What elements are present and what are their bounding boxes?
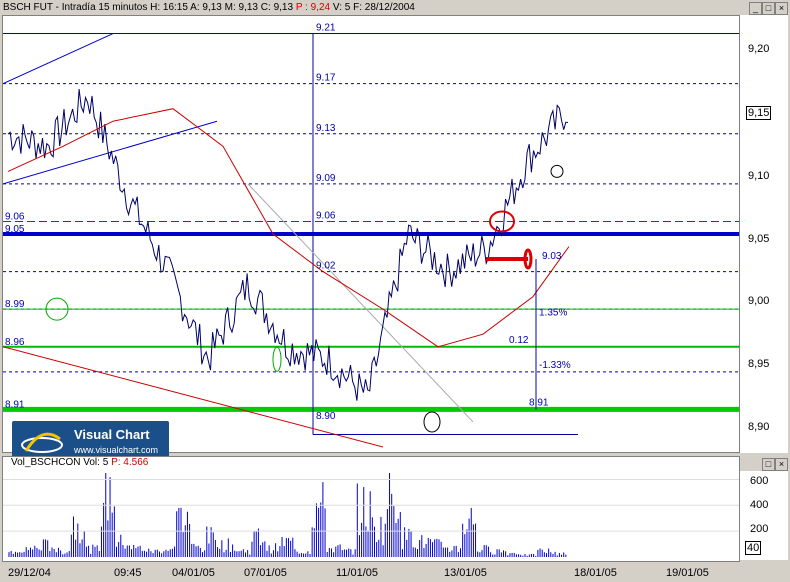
center-level-label: 9.21 <box>316 23 336 34</box>
volume-p-value: 4.566 <box>123 457 149 468</box>
f-label: F: <box>353 2 362 13</box>
time-tick: 18/01/05 <box>574 567 617 579</box>
p-value: 9,24 <box>310 2 331 13</box>
v-label: V: <box>332 2 342 13</box>
time-tick: 13/01/05 <box>444 567 487 579</box>
volume-chart-pane[interactable]: Vol_BSCHCON Vol: 5 P: 4.566 <box>2 456 740 562</box>
left-level-label: 8.91 <box>5 399 25 410</box>
volume-tick: 200 <box>750 523 769 535</box>
price-tick: 9,00 <box>748 295 770 307</box>
logo-url: www.visualchart.com <box>74 445 159 455</box>
price-tick: 9,05 <box>748 233 770 245</box>
current-volume-badge: 40 <box>745 541 762 555</box>
fib-label: 1.35% <box>539 307 567 318</box>
center-level-label: 9.09 <box>316 173 336 184</box>
a-label: A: <box>190 2 200 13</box>
fib-label: 9.03 <box>542 251 562 262</box>
trend-channel-top <box>2 33 114 85</box>
volume-vol-label: Vol: <box>83 457 100 468</box>
p-label: P : <box>295 2 308 13</box>
price-tick: 8,95 <box>748 358 770 370</box>
symbol: BSCH FUT <box>3 2 53 13</box>
price-axis[interactable]: 9,20 9,10 9,05 9,00 8,95 8,90 9,15 <box>740 15 788 453</box>
time-tick: 11/01/05 <box>336 567 379 579</box>
date-value: 28/12/2004 <box>364 2 415 13</box>
fib-label: -1.33% <box>539 360 571 371</box>
logo-brand: Visual Chart <box>74 427 150 442</box>
price-tick: 9,20 <box>748 43 770 55</box>
left-level-label: 9.06 <box>5 211 25 222</box>
time-tick: 04/01/05 <box>172 567 215 579</box>
center-level-label: 9.02 <box>316 261 336 272</box>
center-level-label: 9.17 <box>316 73 336 84</box>
close-button[interactable]: × <box>775 2 788 15</box>
left-level-label: 9.05 <box>5 224 25 235</box>
fib-label: 8.91 <box>529 398 549 409</box>
c-label: C: <box>260 2 271 13</box>
volume-value: 5 <box>344 2 351 13</box>
maximize-button[interactable]: □ <box>762 2 775 15</box>
time-tick: 09:45 <box>114 567 142 579</box>
left-level-label: 8.99 <box>5 299 25 310</box>
volume-chart <box>3 473 739 557</box>
grey-trend-line <box>247 183 474 423</box>
time-tick: 07/01/05 <box>244 567 287 579</box>
volume-p-label: P: <box>111 457 121 468</box>
center-level-label: 9.06 <box>316 210 336 221</box>
center-level-label: 8.90 <box>316 411 336 422</box>
time-tick: 19/01/05 <box>666 567 709 579</box>
time-tick: 29/12/04 <box>8 567 51 579</box>
volume-close-button[interactable]: × <box>775 458 788 471</box>
time-axis[interactable]: 29/12/04 09:45 04/01/05 07/01/05 11/01/0… <box>0 566 790 582</box>
price-tick: 9,10 <box>748 170 770 182</box>
period: Intradía 15 minutos <box>61 2 148 13</box>
circle-marker-green-small <box>272 346 282 372</box>
left-level-label: 8.96 <box>5 337 25 348</box>
circle-marker-high <box>550 164 564 178</box>
low-value: 9,13 <box>238 2 258 13</box>
volume-tick: 600 <box>750 475 769 487</box>
volume-maximize-button[interactable]: □ <box>762 458 775 471</box>
current-price-badge: 9,15 <box>746 106 772 120</box>
visual-chart-swoosh-icon <box>21 432 63 453</box>
price-chart-pane[interactable]: 9.06 9.05 8.99 8.96 8.91 9.21 9.17 9.13 9.09 9.06… <box>2 15 740 466</box>
price-chart: 9.06 9.05 8.99 8.96 8.91 9.21 9.17 9.13 9.09 9.06… <box>2 23 739 448</box>
m-label: M: <box>224 2 236 13</box>
h-label: H: <box>150 2 161 13</box>
open-value: 9,13 <box>202 2 222 13</box>
price-tick: 8,90 <box>748 421 770 433</box>
volume-title-bar: Vol_BSCHCON Vol: 5 P: 4.566 <box>11 457 148 468</box>
fib-label: 0.12 <box>509 335 529 346</box>
time: 16:15 <box>162 2 188 13</box>
close-value: 9,13 <box>273 2 294 13</box>
circle-marker-low <box>423 411 441 433</box>
minimize-button[interactable]: _ <box>749 2 762 15</box>
volume-tick: 400 <box>750 499 769 511</box>
volume-value: 5 <box>102 457 109 468</box>
moving-average-line <box>7 108 570 348</box>
volume-title: Vol_BSCHCON <box>11 457 81 468</box>
volume-axis[interactable]: 600 400 200 40 <box>740 471 788 560</box>
center-level-label: 9.13 <box>316 123 336 134</box>
chart-title-bar: BSCH FUT - Intradía 15 minutos H: 16:15 … <box>3 2 415 13</box>
